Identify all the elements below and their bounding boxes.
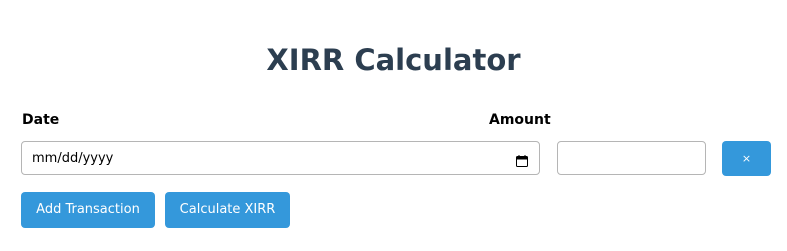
add-transaction-button[interactable]: Add Transaction xyxy=(21,192,155,228)
remove-transaction-button[interactable]: × xyxy=(722,141,771,176)
calculate-xirr-button[interactable]: Calculate XIRR xyxy=(165,192,290,228)
date-input[interactable]: mm/dd/yyyy xyxy=(21,141,540,175)
date-label: Date xyxy=(22,112,60,128)
calendar-icon[interactable] xyxy=(516,152,528,167)
date-placeholder: mm/dd/yyyy xyxy=(32,151,114,166)
amount-input[interactable] xyxy=(557,141,706,175)
amount-label: Amount xyxy=(489,112,551,128)
calendar-icon-graphic xyxy=(516,155,528,167)
page-title: XIRR Calculator xyxy=(266,43,521,77)
xirr-calculator-page: XIRR Calculator Date Amount mm/dd/yyyy ×… xyxy=(0,0,787,251)
